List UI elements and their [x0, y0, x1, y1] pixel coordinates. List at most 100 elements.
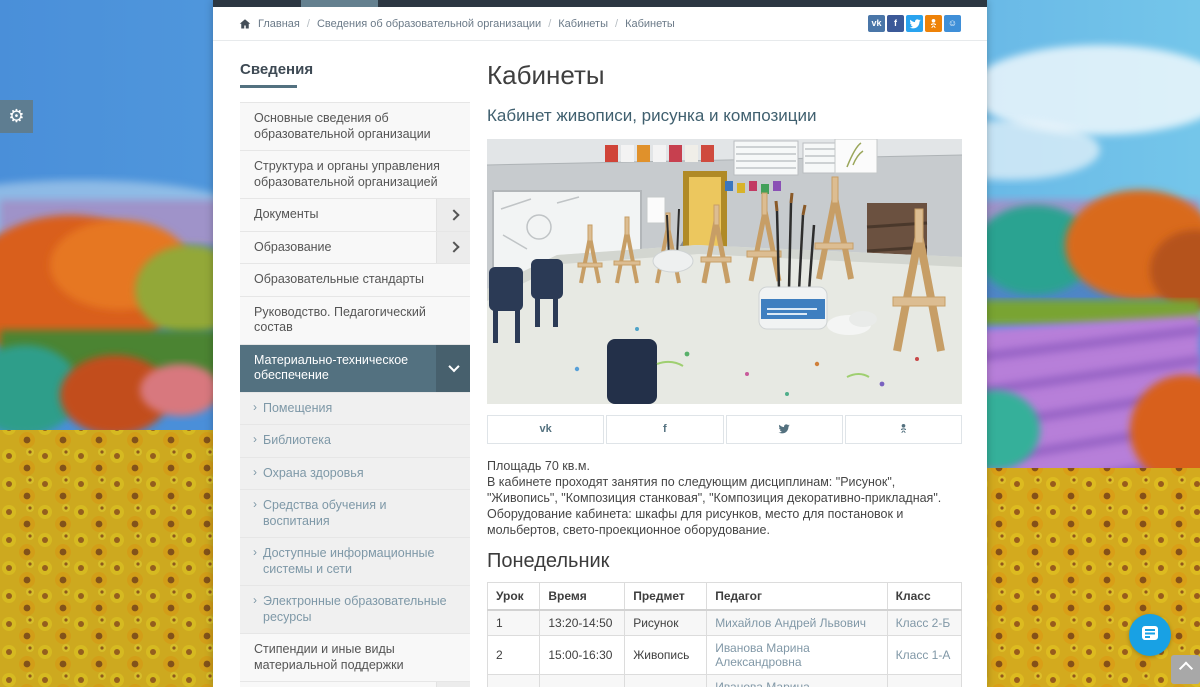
sidebar-item-label: Электронные образовательные ресурсы — [240, 586, 470, 633]
chevron-right-icon[interactable] — [436, 682, 470, 687]
sidebar-item[interactable]: Руководство. Педагогический состав — [240, 297, 470, 345]
share-facebook-button[interactable]: f — [606, 415, 723, 444]
breadcrumb-bar: Главная / Сведения об образовательной орга… — [213, 7, 987, 41]
schedule-cell: Класс 3-А — [887, 674, 961, 687]
lesson-subject: Живопись — [625, 635, 707, 674]
sidebar-item-sub[interactable]: Электронные образовательные ресурсы — [240, 586, 470, 634]
sidebar-item-label: Структура и органы управления образовате… — [240, 151, 470, 198]
breadcrumb-separator: / — [307, 18, 310, 30]
chevron-down-icon[interactable] — [436, 345, 470, 392]
lesson-subject: Живопись — [625, 674, 707, 687]
chevron-right-icon[interactable] — [436, 232, 470, 264]
share-buttons-row: vk f — [487, 415, 962, 444]
schedule-cell: Иванова Марина Александровна — [707, 635, 887, 674]
page-title: Кабинеты — [487, 61, 962, 90]
sidebar-item[interactable]: Платные образовательные услуги — [240, 682, 470, 687]
classroom-photo — [487, 139, 962, 404]
teacher-link[interactable]: Михайлов Андрей Львович — [715, 616, 866, 630]
sidebar-item-label: Материально-техническое обеспечение — [240, 345, 436, 392]
teacher-link[interactable]: Иванова Марина Александровна — [715, 680, 810, 687]
sidebar-item-label: Помещения — [240, 393, 470, 425]
sidebar-item[interactable]: Образовательные стандарты — [240, 264, 470, 297]
sidebar-heading-underline — [240, 85, 297, 88]
day-heading: Понедельник — [487, 550, 962, 573]
schedule-cell: Класс 2-Б — [887, 610, 961, 636]
twitter-icon — [778, 423, 790, 435]
social-facebook-icon[interactable]: f — [887, 15, 904, 32]
sidebar-menu: Основные сведения об образовательной орг… — [240, 102, 470, 687]
scroll-to-top-button[interactable] — [1171, 655, 1200, 684]
sidebar-item-sub[interactable]: Библиотека — [240, 425, 470, 458]
sidebar-item-label: Библиотека — [240, 425, 470, 457]
social-odnoklassniki-icon[interactable] — [925, 15, 942, 32]
chevron-right-glyph — [448, 209, 459, 220]
breadcrumb-link[interactable]: Кабинеты — [558, 18, 608, 30]
vk-icon: vk — [540, 423, 552, 435]
chat-widget-button[interactable] — [1129, 614, 1171, 656]
sidebar-item[interactable]: Документы — [240, 199, 470, 232]
sidebar-item-sub[interactable]: Доступные информационные системы и сети — [240, 538, 470, 586]
cabinet-title: Кабинет живописи, рисунка и композиции — [487, 106, 962, 126]
sidebar-item-label: Образовательные стандарты — [240, 264, 470, 296]
lesson-time: 16:40-18:10 — [540, 674, 625, 687]
sidebar-item-sub[interactable]: Охрана здоровья — [240, 458, 470, 491]
schedule-col-header: Педагог — [707, 582, 887, 610]
sidebar-item-label: Платные образовательные услуги — [240, 682, 436, 687]
schedule-col-header: Урок — [488, 582, 540, 610]
sidebar-item-label: Охрана здоровья — [240, 458, 470, 490]
teacher-link[interactable]: Иванова Марина Александровна — [715, 641, 810, 669]
sidebar-item-label: Средства обучения и воспитания — [240, 490, 470, 537]
lesson-number: 2 — [488, 635, 540, 674]
breadcrumb-link[interactable]: Главная — [258, 18, 300, 30]
share-vk-button[interactable]: vk — [487, 415, 604, 444]
sidebar-item-sub[interactable]: Средства обучения и воспитания — [240, 490, 470, 538]
sidebar-item[interactable]: Образование — [240, 232, 470, 265]
facebook-icon: f — [663, 423, 667, 435]
lesson-time: 13:20-14:50 — [540, 610, 625, 636]
schedule-col-header: Класс — [887, 582, 961, 610]
sidebar-item-sub[interactable]: Помещения — [240, 393, 470, 426]
social-moimir-icon[interactable]: ☺ — [944, 15, 961, 32]
lesson-subject: Рисунок — [625, 610, 707, 636]
main-column: Кабинеты Кабинет живописи, рисунка и ком… — [487, 61, 962, 687]
chat-icon — [1141, 625, 1159, 646]
schedule-col-header: Время — [540, 582, 625, 610]
class-link[interactable]: Класс 1-А — [896, 648, 951, 662]
class-link[interactable]: Класс 2-Б — [896, 616, 951, 630]
schedule-col-header: Предмет — [625, 582, 707, 610]
sidebar-item[interactable]: Основные сведения об образовательной орг… — [240, 103, 470, 151]
page-container: Главная / Сведения об образовательной орга… — [213, 0, 987, 687]
chevron-right-icon[interactable] — [436, 199, 470, 231]
chevron-right-glyph — [448, 242, 459, 253]
sidebar-item-label: Доступные информационные системы и сети — [240, 538, 470, 585]
social-twitter-icon[interactable] — [906, 15, 923, 32]
sidebar-item[interactable]: Стипендии и иные виды материальной подде… — [240, 634, 470, 682]
gear-icon: ⚙ — [8, 106, 24, 127]
breadcrumb-separator: / — [548, 18, 551, 30]
sidebar-item-label: Стипендии и иные виды материальной подде… — [240, 634, 470, 681]
top-nav-active-item[interactable] — [301, 0, 378, 7]
breadcrumb-current: Кабинеты — [625, 18, 675, 30]
chevron-down-glyph — [448, 361, 459, 372]
schedule-cell: Иванова Марина Александровна — [707, 674, 887, 687]
home-icon[interactable] — [239, 18, 251, 30]
chevron-up-icon — [1178, 661, 1192, 675]
top-nav-bar — [213, 0, 987, 7]
description-details-line: В кабинете проходят занятия по следующим… — [487, 474, 962, 538]
content-area: Сведения Основные сведения об образовате… — [213, 41, 987, 687]
schedule-row: 113:20-14:50РисунокМихайлов Андрей Львов… — [488, 610, 962, 636]
share-odnoklassniki-button[interactable] — [845, 415, 962, 444]
breadcrumb-separator: / — [615, 18, 618, 30]
breadcrumb-link[interactable]: Сведения об образовательной организации — [317, 18, 541, 30]
breadcrumb: Главная / Сведения об образовательной орга… — [258, 18, 675, 30]
social-vk-icon[interactable]: vk — [868, 15, 885, 32]
sidebar-item[interactable]: Структура и органы управления образовате… — [240, 151, 470, 199]
settings-gear-button[interactable]: ⚙ — [0, 100, 33, 133]
lesson-number: 3 — [488, 674, 540, 687]
schedule-row: 316:40-18:10Живопись Иванова Марина Алекс… — [488, 674, 962, 687]
schedule-row: 215:00-16:30ЖивописьИванова Марина Алекс… — [488, 635, 962, 674]
share-twitter-button[interactable] — [726, 415, 843, 444]
description-area-line: Площадь 70 кв.м. — [487, 458, 962, 474]
sidebar-heading: Сведения — [240, 61, 470, 78]
sidebar-item-active[interactable]: Материально-техническое обеспечение — [240, 345, 470, 393]
